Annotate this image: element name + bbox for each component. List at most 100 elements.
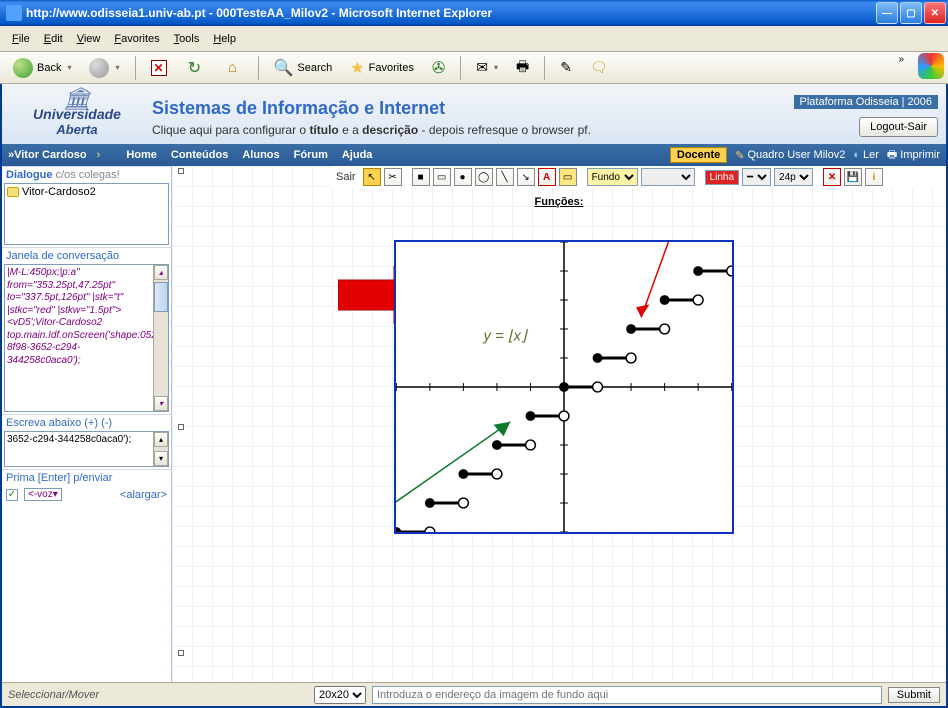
scroll-down-button[interactable]: ▾ bbox=[154, 451, 168, 466]
main-row: Dialogue c/os colegas! Vitor-Cardoso2 Ja… bbox=[2, 166, 946, 682]
scroll-down-button[interactable]: ▾ bbox=[154, 396, 168, 411]
rect-tool[interactable]: ▭ bbox=[433, 168, 451, 186]
chat-input-panel[interactable]: 3652-c294-344258c0aca0'); ▴ ▾ bbox=[4, 431, 169, 467]
users-panel[interactable]: Vitor-Cardoso2 bbox=[4, 183, 169, 245]
ie-menubar: FileEditViewFavoritesToolsHelp bbox=[0, 26, 948, 52]
university-logo: 🏛 Universidade Aberta bbox=[2, 92, 152, 137]
fill-select[interactable]: Fundo bbox=[587, 168, 638, 186]
mail-button[interactable]: ✉▾ bbox=[469, 55, 505, 80]
rect-filled-tool[interactable]: ■ bbox=[412, 168, 430, 186]
page-title: Sistemas de Informação e Internet bbox=[152, 98, 794, 119]
nav-alunos[interactable]: Alunos bbox=[242, 149, 279, 161]
delete-button[interactable]: ✕ bbox=[823, 168, 841, 186]
user-row[interactable]: Vitor-Cardoso2 bbox=[7, 186, 166, 198]
save-button[interactable]: 💾 bbox=[844, 168, 862, 186]
empty-select[interactable] bbox=[641, 168, 695, 186]
menu-edit[interactable]: Edit bbox=[38, 30, 69, 48]
menu-tools[interactable]: Tools bbox=[168, 30, 206, 48]
forward-button[interactable]: ▾ bbox=[82, 54, 126, 82]
scroll-up-button[interactable]: ▴ bbox=[154, 432, 168, 447]
window-maximize[interactable]: ▢ bbox=[900, 2, 922, 24]
bg-url-input[interactable] bbox=[372, 686, 882, 704]
toolbar-overflow-icon[interactable]: » bbox=[898, 54, 904, 65]
line-color-button[interactable]: Linha bbox=[705, 170, 739, 185]
submit-button[interactable]: Submit bbox=[888, 687, 940, 703]
refresh-button[interactable]: ↻ bbox=[178, 54, 212, 82]
ie-app-icon bbox=[6, 5, 22, 21]
discuss-button[interactable]: 🗨 bbox=[583, 55, 615, 80]
nav-conteúdos[interactable]: Conteúdos bbox=[171, 149, 228, 161]
selection-handles[interactable] bbox=[174, 166, 188, 682]
window-minimize[interactable]: — bbox=[876, 2, 898, 24]
back-button[interactable]: Back▾ bbox=[6, 54, 78, 82]
page-content: 🏛 Universidade Aberta Sistemas de Inform… bbox=[0, 84, 948, 708]
whiteboard-link[interactable]: ✎Quadro User Milov2 bbox=[735, 149, 845, 162]
arrow-tool[interactable]: ↘ bbox=[517, 168, 535, 186]
nav-home[interactable]: Home bbox=[126, 149, 157, 161]
search-button[interactable]: 🔍Search bbox=[267, 54, 340, 82]
enter-hint: Prima [Enter] p/enviar bbox=[2, 469, 171, 486]
scroll-up-button[interactable]: ▴ bbox=[154, 265, 168, 280]
scrollbar[interactable]: ▴ ▾ bbox=[153, 432, 168, 466]
window-titlebar: http://www.odisseia1.univ-ab.pt - 000Tes… bbox=[0, 0, 948, 26]
ie-throbber-icon bbox=[914, 52, 948, 80]
voice-select[interactable]: <-voz▾ bbox=[24, 488, 62, 501]
dialogue-title: Dialogue c/os colegas! bbox=[2, 166, 171, 183]
window-title: http://www.odisseia1.univ-ab.pt - 000Tes… bbox=[26, 6, 874, 20]
stop-button[interactable]: ✕ bbox=[144, 56, 174, 80]
highlight-tool[interactable]: ▭ bbox=[559, 168, 577, 186]
exit-link[interactable]: Sair bbox=[336, 171, 356, 183]
course-navbar: »Vitor Cardoso › HomeConteúdosAlunosFóru… bbox=[2, 144, 946, 166]
drawing-toolbar: Sair ↖ ✂ ■ ▭ ● ◯ ╲ ↘ A ▭ Fundo Linha ━ 2… bbox=[332, 166, 946, 188]
print-link[interactable]: 🖶Imprimir bbox=[887, 146, 940, 165]
svg-text:y = ⌊x⌋: y = ⌊x⌋ bbox=[483, 329, 529, 345]
select-tool[interactable]: ↖ bbox=[363, 168, 381, 186]
text-tool[interactable]: A bbox=[538, 168, 556, 186]
separator bbox=[135, 56, 136, 80]
separator bbox=[460, 56, 461, 80]
voice-checkbox[interactable]: ✓ bbox=[6, 489, 18, 501]
page-header: 🏛 Universidade Aberta Sistemas de Inform… bbox=[2, 84, 946, 144]
platform-label: Plataforma Odisseia | 2006 bbox=[794, 95, 938, 109]
scroll-thumb[interactable] bbox=[154, 282, 168, 312]
mode-label: Seleccionar/Mover bbox=[8, 689, 308, 701]
logout-button[interactable]: Logout-Sair bbox=[859, 117, 938, 137]
line-tool[interactable]: ╲ bbox=[496, 168, 514, 186]
line-width-select[interactable]: ━ bbox=[742, 168, 771, 186]
chat-sidebar: Dialogue c/os colegas! Vitor-Cardoso2 Ja… bbox=[2, 166, 172, 682]
current-user-label: »Vitor Cardoso bbox=[8, 149, 87, 161]
ie-toolbar: Back▾ ▾ ✕ ↻ ⌂ 🔍Search ★Favorites ✇ ✉▾ 🖶 … bbox=[0, 52, 948, 84]
info-button[interactable]: i bbox=[865, 168, 883, 186]
separator bbox=[544, 56, 545, 80]
history-button[interactable]: ✇ bbox=[425, 54, 452, 82]
print-button[interactable]: 🖶 bbox=[509, 52, 536, 84]
whiteboard-canvas[interactable]: Sair ↖ ✂ ■ ▭ ● ◯ ╲ ↘ A ▭ Fundo Linha ━ 2… bbox=[172, 166, 946, 682]
read-link[interactable]: ◐Ler bbox=[853, 149, 879, 161]
canvas-title: Funções: bbox=[172, 196, 946, 208]
scrollbar[interactable]: ▴ ▾ bbox=[153, 265, 168, 411]
window-close[interactable]: ✕ bbox=[924, 2, 946, 24]
floor-function-chart[interactable]: y = ⌊x⌋ bbox=[394, 240, 734, 534]
size-select[interactable]: 24p bbox=[774, 168, 813, 186]
page-subtitle[interactable]: Clique aqui para configurar o título e a… bbox=[152, 123, 794, 137]
menu-view[interactable]: View bbox=[71, 30, 107, 48]
edit-button[interactable]: ✎ bbox=[553, 55, 579, 80]
grid-select[interactable]: 20x20 bbox=[314, 686, 366, 704]
nav-ajuda[interactable]: Ajuda bbox=[342, 149, 373, 161]
home-button[interactable]: ⌂ bbox=[216, 54, 250, 82]
menu-help[interactable]: Help bbox=[207, 30, 242, 48]
ellipse-tool[interactable]: ◯ bbox=[475, 168, 493, 186]
role-badge: Docente bbox=[670, 147, 727, 163]
status-bar: Seleccionar/Mover 20x20 Submit bbox=[2, 682, 946, 706]
separator bbox=[258, 56, 259, 80]
expand-link[interactable]: <alargar> bbox=[120, 489, 167, 501]
chatlog-panel[interactable]: |M-L:450px;|p:a" from="353.25pt,47.25pt"… bbox=[4, 264, 169, 412]
favorites-button[interactable]: ★Favorites bbox=[343, 54, 421, 82]
menu-favorites[interactable]: Favorites bbox=[108, 30, 165, 48]
menu-file[interactable]: File bbox=[6, 30, 36, 48]
write-title: Escreva abaixo (+) (-) bbox=[2, 414, 171, 431]
nav-fórum[interactable]: Fórum bbox=[294, 149, 328, 161]
chatlog-title: Janela de conversação bbox=[2, 247, 171, 264]
ellipse-filled-tool[interactable]: ● bbox=[454, 168, 472, 186]
cut-tool[interactable]: ✂ bbox=[384, 168, 402, 186]
